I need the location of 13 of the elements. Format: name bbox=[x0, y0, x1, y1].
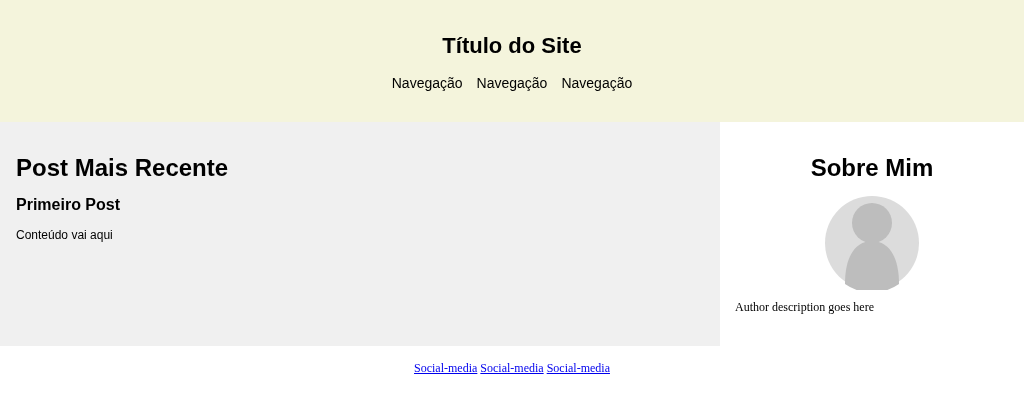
author-description: Author description goes here bbox=[735, 300, 874, 315]
nav-link[interactable]: Navegação bbox=[561, 75, 633, 91]
post-content: Conteúdo vai aqui bbox=[16, 228, 114, 242]
site-title: Título do Site bbox=[441, 32, 583, 60]
nav-link[interactable]: Navegação bbox=[476, 75, 548, 91]
social-link[interactable]: Social-media bbox=[546, 361, 610, 375]
post-title: Primeiro Post bbox=[16, 196, 122, 214]
sidebar-heading: Sobre Mim bbox=[810, 154, 934, 182]
nav-link[interactable]: Navegação bbox=[391, 75, 463, 91]
avatar-icon bbox=[825, 196, 919, 290]
social-link[interactable]: Social-media bbox=[480, 361, 544, 375]
section-heading: Post Mais Recente bbox=[16, 154, 230, 182]
social-link[interactable]: Social-media bbox=[414, 361, 478, 375]
